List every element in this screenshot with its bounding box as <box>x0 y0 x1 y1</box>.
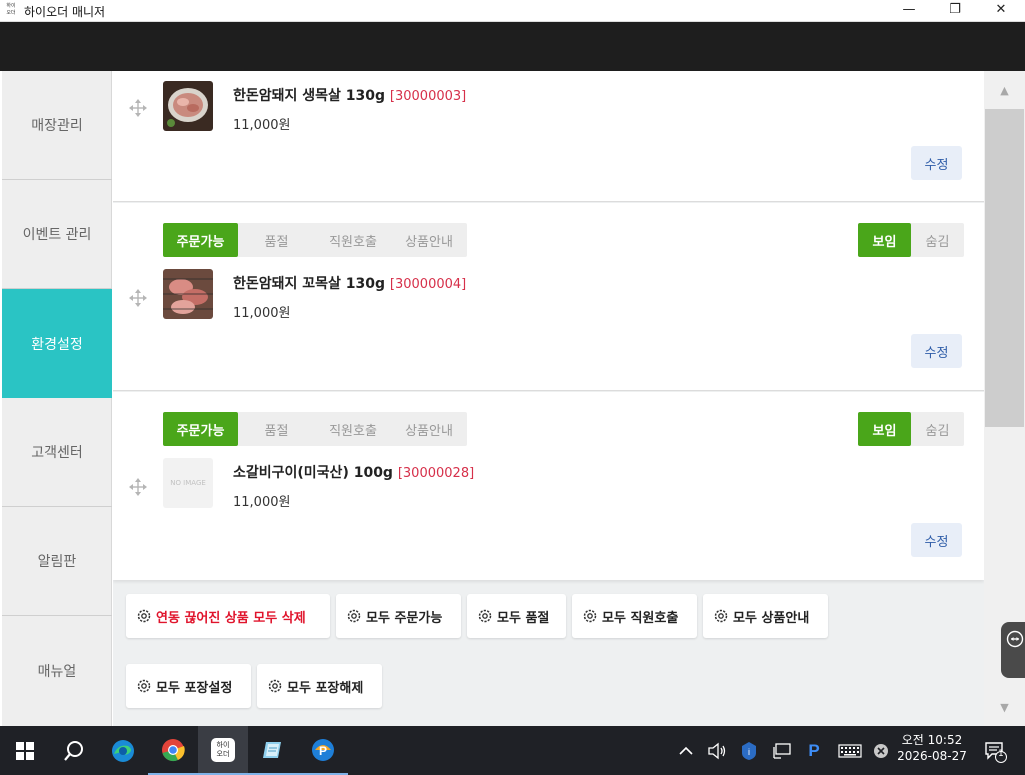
app-logo-icon: 하이 오더 <box>6 3 16 16</box>
product-thumbnail <box>163 269 213 319</box>
status-soldout-button[interactable]: 품절 <box>238 412 315 446</box>
product-name: 한돈암돼지 꼬목살 130g [30000004] <box>233 276 467 292</box>
visibility-show-button[interactable]: 보임 <box>858 223 911 257</box>
notification-center-icon[interactable]: 1 <box>978 726 1012 775</box>
tray-expand-icon[interactable] <box>675 726 697 775</box>
product-card: 한돈암돼지 생목살 130g [30000003] 11,000원 수정 <box>113 71 984 202</box>
display-network-icon[interactable] <box>769 726 795 775</box>
title-bar: 하이 오더 하이오더 매니저 — ❐ ✕ <box>0 0 1025 22</box>
gear-icon <box>583 609 597 623</box>
search-icon[interactable] <box>50 726 98 775</box>
sidebar-item-settings[interactable]: 환경설정 <box>2 289 112 398</box>
gear-icon <box>268 679 282 693</box>
clock-time[interactable]: 오전 10:52 <box>896 731 968 748</box>
hiorder-app-taskbar-icon[interactable]: 하이 오더 <box>198 726 248 775</box>
windows-start-icon[interactable] <box>0 726 50 775</box>
edit-button[interactable]: 수정 <box>911 523 962 557</box>
edit-button[interactable]: 수정 <box>911 146 962 180</box>
windows-taskbar: 하이 오더 P i P 오전 10:52 2026-08-27 1 <box>0 726 1025 775</box>
ime-close-icon[interactable] <box>870 726 892 775</box>
status-soldout-button[interactable]: 품절 <box>238 223 315 257</box>
sidebar-item-manual[interactable]: 매뉴얼 <box>2 616 112 725</box>
status-orderable-button[interactable]: 주문가능 <box>163 412 238 446</box>
restore-button[interactable]: ❐ <box>932 0 978 22</box>
scrollbar-thumb[interactable] <box>985 109 1024 427</box>
sidebar-item-customer-center[interactable]: 고객센터 <box>2 398 112 507</box>
scroll-down-arrow-icon[interactable]: ▼ <box>984 688 1025 726</box>
close-button[interactable]: ✕ <box>978 0 1024 22</box>
gear-icon <box>714 609 728 623</box>
edge-browser-icon[interactable] <box>98 726 148 775</box>
set-all-orderable-button[interactable]: 모두 주문가능 <box>336 594 461 638</box>
product-thumbnail <box>163 81 213 131</box>
edit-button[interactable]: 수정 <box>911 334 962 368</box>
move-handle-icon[interactable] <box>129 289 147 307</box>
minimize-button[interactable]: — <box>886 0 932 22</box>
sidebar: 매장관리 이벤트 관리 환경설정 고객센터 알림판 매뉴얼 <box>2 71 112 726</box>
svg-text:P: P <box>319 744 327 758</box>
status-call-staff-button[interactable]: 직원호출 <box>315 412 391 446</box>
product-name: 한돈암돼지 생목살 130g [30000003] <box>233 88 467 104</box>
notification-count-badge: 1 <box>998 749 1004 759</box>
sidebar-item-notice-board[interactable]: 알림판 <box>2 507 112 616</box>
move-handle-icon[interactable] <box>129 478 147 496</box>
gear-icon <box>137 609 151 623</box>
remote-support-icon <box>1006 630 1024 648</box>
product-name: 소갈비구이(미국산) 100g [30000028] <box>233 465 475 481</box>
set-all-call-staff-button[interactable]: 모두 직원호출 <box>572 594 697 638</box>
network-status-icon[interactable]: i <box>737 726 761 775</box>
product-code: [30000003] <box>389 89 467 104</box>
status-toggle-group: 주문가능 품절 직원호출 상품안내 <box>163 223 467 257</box>
scroll-up-arrow-icon[interactable]: ▲ <box>984 71 1025 109</box>
tray-p-app-icon[interactable]: P <box>802 726 826 775</box>
clock-date[interactable]: 2026-08-27 <box>896 749 968 763</box>
visibility-show-button[interactable]: 보임 <box>858 412 911 446</box>
volume-icon[interactable] <box>704 726 730 775</box>
status-toggle-group: 주문가능 품절 직원호출 상품안내 <box>163 412 467 446</box>
visibility-toggle-group: 보임 숨김 <box>858 223 964 257</box>
keyboard-icon[interactable] <box>834 726 866 775</box>
product-code: [30000004] <box>389 277 467 292</box>
product-card: 주문가능 품절 직원호출 상품안내 보임 숨김 NO IMAGE 소갈비구이(미… <box>113 392 984 580</box>
app-header <box>0 22 1025 71</box>
chrome-browser-icon[interactable] <box>148 726 198 775</box>
pos-app-icon[interactable]: P <box>298 726 348 775</box>
side-panel-tab[interactable] <box>1001 622 1025 678</box>
gear-icon <box>478 609 492 623</box>
gear-icon <box>347 609 361 623</box>
window-title: 하이오더 매니저 <box>24 5 106 19</box>
status-product-info-button[interactable]: 상품안내 <box>391 412 467 446</box>
visibility-hide-button[interactable]: 숨김 <box>911 223 964 257</box>
status-orderable-button[interactable]: 주문가능 <box>163 223 238 257</box>
product-list-panel: 한돈암돼지 생목살 130g [30000003] 11,000원 수정 주문가… <box>113 71 984 726</box>
move-handle-icon[interactable] <box>129 99 147 117</box>
visibility-toggle-group: 보임 숨김 <box>858 412 964 446</box>
product-code: [30000028] <box>397 466 475 481</box>
set-all-soldout-button[interactable]: 모두 품절 <box>467 594 566 638</box>
delete-unlinked-products-button[interactable]: 연동 끊어진 상품 모두 삭제 <box>126 594 330 638</box>
unset-all-packaging-button[interactable]: 모두 포장해제 <box>257 664 382 708</box>
product-price: 11,000원 <box>233 306 291 321</box>
visibility-hide-button[interactable]: 숨김 <box>911 412 964 446</box>
svg-text:i: i <box>748 747 750 757</box>
no-image-placeholder: NO IMAGE <box>163 458 213 508</box>
set-all-packaging-button[interactable]: 모두 포장설정 <box>126 664 251 708</box>
sidebar-item-event-management[interactable]: 이벤트 관리 <box>2 180 112 289</box>
status-product-info-button[interactable]: 상품안내 <box>391 223 467 257</box>
notepad-app-icon[interactable] <box>248 726 298 775</box>
product-card: 주문가능 품절 직원호출 상품안내 보임 숨김 한돈암돼지 꼬목살 130g [… <box>113 203 984 391</box>
product-price: 11,000원 <box>233 118 291 133</box>
sidebar-item-store-management[interactable]: 매장관리 <box>2 71 112 180</box>
product-price: 11,000원 <box>233 495 291 510</box>
set-all-product-info-button[interactable]: 모두 상품안내 <box>703 594 828 638</box>
gear-icon <box>137 679 151 693</box>
status-call-staff-button[interactable]: 직원호출 <box>315 223 391 257</box>
